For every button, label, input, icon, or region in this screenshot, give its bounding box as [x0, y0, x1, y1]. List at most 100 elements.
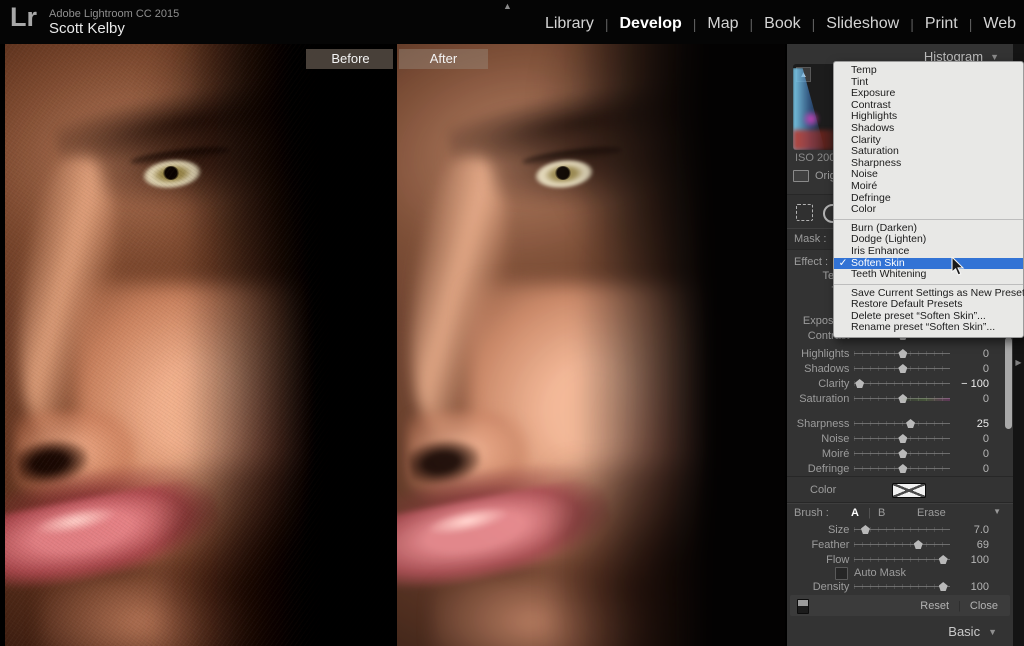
slider-track[interactable] — [854, 419, 951, 428]
nav-item-slideshow[interactable]: Slideshow — [826, 15, 899, 33]
slider-track[interactable] — [854, 364, 951, 373]
slider-knob[interactable] — [906, 419, 916, 428]
slider-track[interactable] — [854, 582, 951, 591]
nav-item-map[interactable]: Map — [707, 15, 738, 33]
app-title: Adobe Lightroom CC 2015 — [49, 8, 180, 20]
brush-row: Brush : A | B Erase ▼ — [787, 507, 1013, 521]
brush-a-button[interactable]: A — [851, 507, 859, 519]
menu-item-teeth-whitening[interactable]: Teeth Whitening — [834, 268, 1023, 281]
photo-iso-info: ISO 200 — [795, 152, 836, 164]
histogram-disclosure-icon[interactable]: ▼ — [990, 52, 999, 62]
before-label: Before — [306, 49, 393, 69]
slider-knob[interactable] — [898, 394, 908, 403]
slider-knob[interactable] — [898, 434, 908, 443]
slider-value: 7.0 — [973, 523, 989, 536]
panel-scrollbar[interactable] — [1005, 337, 1012, 429]
menu-item-color[interactable]: Color — [834, 203, 1023, 216]
crop-tool-icon[interactable] — [796, 204, 813, 221]
slider-track[interactable] — [854, 540, 951, 549]
slider-value: 0 — [982, 432, 989, 445]
slider-label: Flow — [826, 553, 850, 566]
mask-label: Mask : — [794, 233, 827, 245]
before-photo-panel: Before — [5, 44, 393, 646]
original-photo-row[interactable]: Origi — [793, 170, 838, 182]
nav-item-book[interactable]: Book — [764, 15, 800, 33]
identity-plate-name: Scott Kelby — [49, 20, 125, 37]
reset-button[interactable]: Reset — [920, 600, 949, 612]
slider-value: 0 — [982, 362, 989, 375]
slider-track[interactable] — [854, 449, 951, 458]
slider-label: Saturation — [799, 392, 850, 405]
slider-knob[interactable] — [898, 349, 908, 358]
slider-knob[interactable] — [898, 364, 908, 373]
slider-label: Clarity — [818, 377, 850, 390]
slider-value: − 100 — [961, 377, 989, 390]
histogram-magenta-channel — [802, 110, 820, 128]
close-button[interactable]: Close — [970, 600, 1010, 612]
slider-track[interactable] — [854, 379, 951, 388]
brush-disclosure-icon[interactable]: ▼ — [993, 507, 1001, 516]
basic-panel-header[interactable]: Basic ▼ — [948, 624, 997, 639]
slider-track[interactable] — [854, 525, 951, 534]
after-photo — [397, 44, 785, 646]
panel-toggle-switch-icon[interactable] — [797, 599, 809, 614]
panel-footer-bar: Reset | Close — [790, 595, 1010, 616]
slider-track[interactable] — [854, 349, 951, 358]
color-swatch-none-icon[interactable] — [892, 483, 926, 498]
slider-knob[interactable] — [860, 525, 870, 534]
slider-track[interactable] — [854, 434, 951, 443]
nav-item-print[interactable]: Print — [925, 15, 958, 33]
basic-disclosure-icon[interactable]: ▼ — [988, 627, 997, 637]
slider-density: Density 100 — [789, 580, 989, 593]
auto-mask-checkbox[interactable] — [835, 566, 848, 580]
slider-knob[interactable] — [938, 582, 948, 591]
nav-item-develop[interactable]: Develop — [620, 15, 682, 33]
slider-label: Size — [827, 523, 850, 536]
brush-section-divider — [787, 502, 1013, 503]
basic-panel-title: Basic — [948, 624, 981, 639]
slider-label: Highlights — [801, 347, 850, 360]
auto-mask-row: Auto Mask — [787, 566, 1013, 580]
slider-track[interactable] — [854, 394, 951, 403]
slider-value: 0 — [982, 392, 989, 405]
nav-item-web[interactable]: Web — [983, 15, 1016, 33]
slider-knob[interactable] — [898, 449, 908, 458]
menu-separator — [834, 218, 1023, 220]
slider-highlights: Highlights 0 — [789, 347, 989, 360]
slider-flow: Flow 100 — [789, 553, 989, 566]
slider-track[interactable] — [854, 464, 951, 473]
brush-label: Brush : — [794, 507, 829, 519]
effect-label: Effect : — [794, 256, 829, 268]
slider-shadows: Shadows 0 — [789, 362, 989, 375]
effect-presets-menu: Temp Tint Exposure Contrast Highlights Shadow… — [833, 61, 1024, 339]
lightroom-logo: Lr — [10, 2, 37, 32]
panel-collapse-right-icon[interactable]: ▶ — [1013, 358, 1024, 367]
footer-separator: | — [958, 599, 961, 612]
menu-separator — [834, 283, 1023, 285]
slider-feather: Feather 69 — [789, 538, 989, 551]
nav-separator: | — [749, 16, 754, 32]
checkmark-icon: ✓ — [838, 256, 848, 269]
color-label: Color — [810, 484, 837, 496]
slider-size: Size 7.0 — [789, 523, 989, 536]
slider-value: 25 — [976, 417, 989, 430]
slider-knob[interactable] — [855, 379, 865, 388]
menu-item-rename-preset-soften-skin[interactable]: Rename preset “Soften Skin”... — [834, 322, 1023, 334]
slider-knob[interactable] — [898, 464, 908, 473]
slider-label: Defringe — [807, 462, 850, 475]
brush-erase-button[interactable]: Erase — [917, 507, 946, 519]
slider-knob[interactable] — [913, 540, 923, 549]
slider-noise: Noise 0 — [789, 432, 989, 445]
slider-label: Sharpness — [796, 417, 850, 430]
original-photo-icon — [793, 170, 809, 182]
slider-clarity: Clarity − 100 — [789, 377, 989, 390]
collapse-top-panel-icon[interactable]: ▲ — [503, 1, 512, 11]
slider-saturation: Saturation 0 — [789, 392, 989, 405]
slider-knob[interactable] — [938, 555, 948, 564]
slider-track[interactable] — [854, 555, 951, 564]
before-photo — [5, 44, 393, 646]
slider-label: Density — [812, 580, 850, 593]
auto-mask-label: Auto Mask — [854, 567, 906, 579]
brush-b-button[interactable]: B — [878, 507, 885, 519]
nav-item-library[interactable]: Library — [545, 15, 594, 33]
